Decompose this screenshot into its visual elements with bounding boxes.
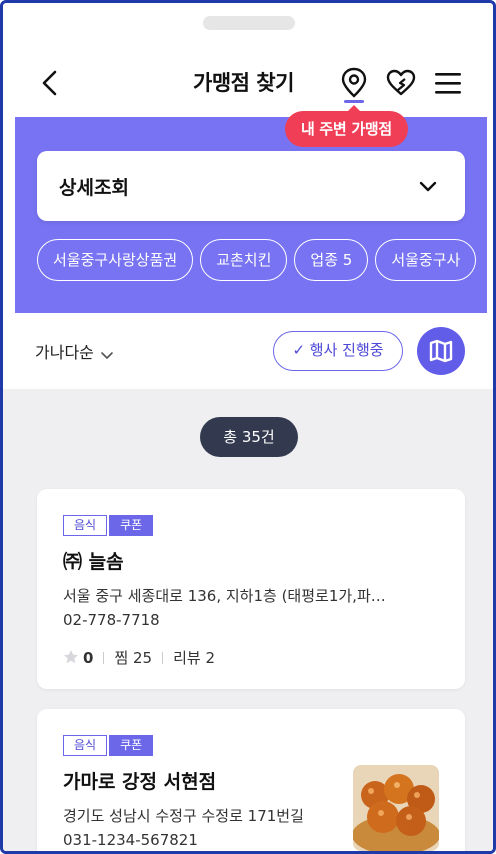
sort-dropdown[interactable]: 가나다순 xyxy=(35,339,114,363)
top-app-bar: 가맹점 찾기 xyxy=(3,53,493,113)
store-phone: 031-1234-567821 xyxy=(63,831,198,849)
store-tags: 음식 쿠폰 xyxy=(63,515,155,536)
filter-chip[interactable]: 서울중구사랑상품권 xyxy=(37,239,194,281)
notch-indicator xyxy=(203,16,295,30)
app-frame: 가맹점 찾기 내 주변 가맹점 상세조회 서울중구사랑상품권 교촌치킨 업종 5… xyxy=(0,0,496,854)
chevron-down-icon xyxy=(417,175,439,197)
total-count-badge: 총 35건 xyxy=(200,417,298,457)
back-arrow-icon[interactable] xyxy=(37,67,65,99)
reviews-count: 리뷰 2 xyxy=(173,649,216,667)
sort-bar: 가나다순 ✓ 행사 진행중 xyxy=(3,313,493,389)
divider xyxy=(162,652,164,664)
store-thumbnail-image xyxy=(353,765,439,851)
detail-search-label: 상세조회 xyxy=(59,177,129,199)
category-tag: 음식 xyxy=(63,515,108,536)
coupon-tag: 쿠폰 xyxy=(109,735,154,756)
nearby-stores-tooltip[interactable]: 내 주변 가맹점 xyxy=(285,105,408,147)
store-list: 총 35건 음식 쿠폰 ㈜ 늘솜 서울 중구 세종대로 136, 지하1층 (태평… xyxy=(3,389,493,851)
filter-banner: 상세조회 서울중구사랑상품권 교촌치킨 업종 5 서울중구사 xyxy=(15,117,487,313)
divider xyxy=(103,652,105,664)
store-meta: 0 찜 25 리뷰 2 xyxy=(63,647,215,668)
page-title: 가맹점 찾기 xyxy=(193,71,294,95)
store-address: 서울 중구 세종대로 136, 지하1층 (태평로1가,파… xyxy=(63,587,386,605)
rating-value: 0 xyxy=(83,649,94,667)
map-icon xyxy=(429,339,453,363)
filter-chip[interactable]: 업종 5 xyxy=(294,239,369,281)
filter-chip[interactable]: 서울중구사 xyxy=(375,239,477,281)
detail-search-select[interactable]: 상세조회 xyxy=(37,151,465,221)
heart-icon[interactable] xyxy=(384,65,418,101)
coupon-tag: 쿠폰 xyxy=(109,515,154,536)
store-phone: 02-778-7718 xyxy=(63,611,160,629)
location-pin-icon[interactable] xyxy=(337,65,371,103)
category-tag: 음식 xyxy=(63,735,108,756)
filter-chips: 서울중구사랑상품권 교촌치킨 업종 5 서울중구사 xyxy=(37,239,487,281)
likes-count: 찜 25 xyxy=(114,649,153,667)
menu-hamburger-icon[interactable] xyxy=(431,65,465,101)
store-name: 가마로 강정 서현점 xyxy=(63,771,217,793)
store-name: ㈜ 늘솜 xyxy=(63,551,124,573)
store-address: 경기도 성남시 수정구 수정로 171번길 xyxy=(63,807,304,825)
store-card[interactable]: 음식 쿠폰 가마로 강정 서현점 경기도 성남시 수정구 수정로 171번길 03… xyxy=(37,709,465,851)
filter-chip[interactable]: 교촌치킨 xyxy=(200,239,288,281)
event-in-progress-button[interactable]: ✓ 행사 진행중 xyxy=(273,331,403,371)
sort-label: 가나다순 xyxy=(35,343,94,362)
map-view-button[interactable] xyxy=(417,327,465,375)
chevron-down-icon xyxy=(100,347,114,361)
star-icon xyxy=(63,649,79,665)
store-tags: 음식 쿠폰 xyxy=(63,735,155,756)
store-card[interactable]: 음식 쿠폰 ㈜ 늘솜 서울 중구 세종대로 136, 지하1층 (태평로1가,파…… xyxy=(37,489,465,689)
